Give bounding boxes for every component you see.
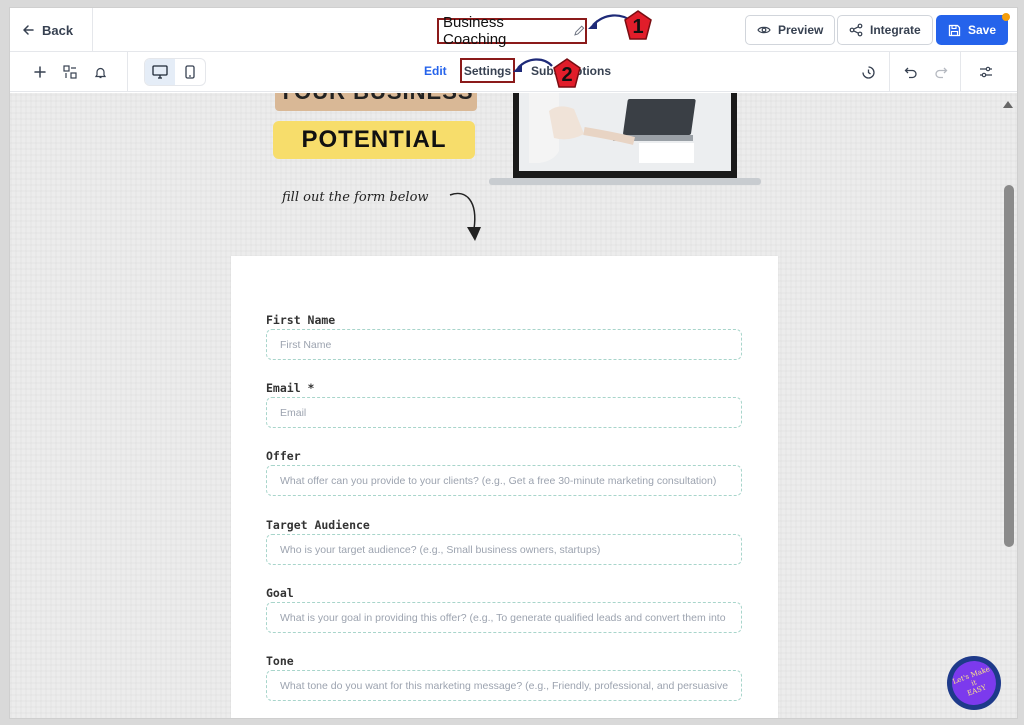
email-input[interactable] [266,397,742,428]
field-label-tone: Tone [266,654,294,668]
notifications-button[interactable] [89,61,111,83]
sliders-icon [980,66,992,78]
back-label: Back [42,22,74,38]
redo-button[interactable] [930,61,952,83]
mobile-view-button[interactable] [175,59,205,85]
divider [92,8,93,52]
pencil-icon[interactable] [573,25,585,37]
target-audience-input[interactable] [266,534,742,565]
scroll-up-arrow[interactable] [1003,101,1013,108]
curved-arrow-down-icon [449,192,481,241]
laptop-photo [489,93,761,185]
tab-edit[interactable]: Edit [424,64,447,78]
top-bar: Back Business Coaching 1 Preview Integra… [10,8,1017,52]
layers-button[interactable] [59,61,81,83]
field-label-target-audience: Target Audience [266,518,370,532]
divider [889,52,890,92]
bell-icon [94,67,106,78]
add-element-button[interactable] [29,61,51,83]
editor-toolbar: Edit Settings Subscriptions 2 [10,52,1017,92]
handwritten-caption: fill out the form below [282,190,429,205]
offer-input[interactable] [266,465,742,496]
tone-input[interactable] [266,670,742,701]
hero-headline-top[interactable]: YOUR BUSINESS [275,93,477,111]
arrow-left-icon [23,25,34,35]
preview-button[interactable]: Preview [745,15,836,45]
annotation-arrow-2 [513,58,553,72]
page-title: Business Coaching [443,14,507,48]
annotation-badge-1: 1 [624,10,652,40]
save-button[interactable]: Save [936,13,1011,45]
adjustments-button[interactable] [975,61,997,83]
unsaved-indicator [1002,13,1011,21]
plus-icon [34,66,46,78]
divider [960,52,961,92]
layers-icon [63,65,77,79]
field-label-email: Email * [266,381,315,395]
phone-icon [185,65,195,79]
history-clock-icon [861,65,875,79]
field-label-offer: Offer [266,449,301,463]
share-nodes-icon [849,23,863,37]
device-toggle [144,58,206,86]
tab-settings[interactable]: Settings [460,58,515,83]
lead-form: First Name Email * Offer Target Audience… [231,256,778,718]
annotation-badge-2: 2 [553,58,581,88]
undo-icon [904,67,917,79]
goal-input[interactable] [266,602,742,633]
back-button[interactable]: Back [22,19,73,41]
watermark-logo: Let's Make it EASY [945,654,1003,712]
eye-icon [757,26,771,34]
field-label-first-name: First Name [266,313,336,327]
field-label-goal: Goal [266,586,294,600]
page-canvas[interactable]: YOUR BUSINESS POTENTIAL fill out the for… [10,93,1017,718]
monitor-icon [152,65,168,79]
first-name-input[interactable] [266,329,742,360]
page-title-editor[interactable]: Business Coaching [437,14,587,48]
desktop-view-button[interactable] [145,59,175,85]
divider [127,52,128,92]
integrate-button[interactable]: Integrate [837,15,933,45]
redo-icon [935,67,948,79]
undo-button[interactable] [900,61,922,83]
save-disk-icon [948,24,961,36]
hero-headline-potential[interactable]: POTENTIAL [273,121,475,159]
app-window: Back Business Coaching 1 Preview Integra… [9,7,1018,719]
history-button[interactable] [857,61,879,83]
scrollbar-thumb[interactable] [1004,185,1014,547]
